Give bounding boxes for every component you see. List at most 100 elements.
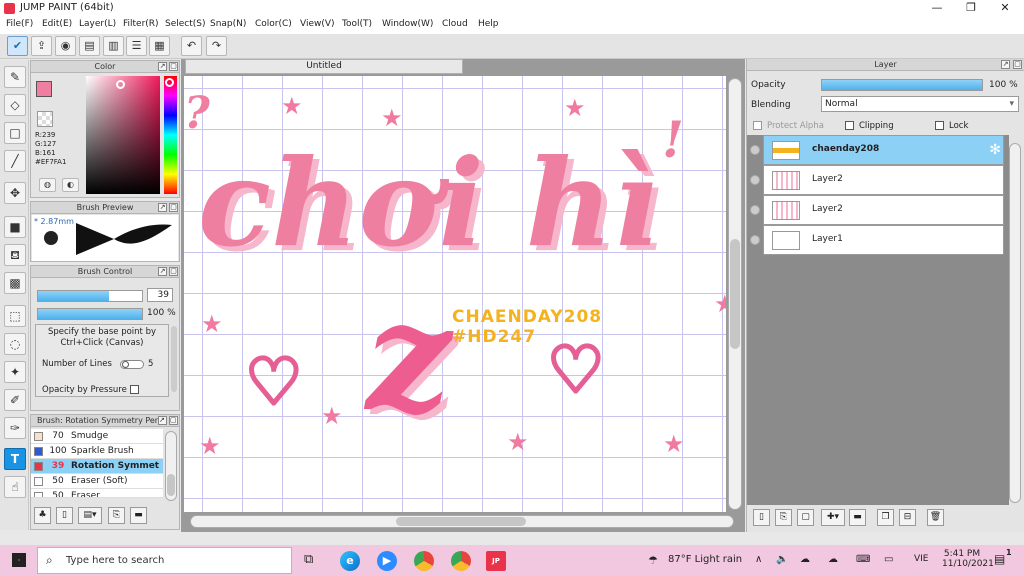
- export-icon[interactable]: ⇪: [31, 36, 52, 56]
- chrome-profile-icon[interactable]: [451, 551, 471, 571]
- brush-item-smudge[interactable]: 70 Smudge: [31, 429, 163, 444]
- new-folder-icon[interactable]: ▬: [849, 509, 866, 526]
- menu-select[interactable]: Select(S): [165, 19, 206, 29]
- foreground-color-swatch[interactable]: [36, 81, 52, 97]
- brush-list-scrollbar[interactable]: [165, 431, 177, 501]
- panel-detach-icon[interactable]: ↗: [158, 416, 167, 425]
- blending-select[interactable]: Normal ▾: [821, 96, 1019, 112]
- color-swap-icon[interactable]: ◐: [62, 178, 79, 192]
- select-eraser-icon[interactable]: ✑: [4, 417, 26, 439]
- menu-color[interactable]: Color(C): [255, 19, 292, 29]
- panel-collapse-icon[interactable]: ▢: [169, 267, 178, 276]
- document-tab[interactable]: Untitled: [185, 59, 463, 74]
- weather-text[interactable]: 87°F Light rain: [668, 554, 742, 565]
- undo-icon[interactable]: ↶: [181, 36, 202, 56]
- notification-icon[interactable]: ▤: [994, 552, 1005, 566]
- move-tool-icon[interactable]: ✥: [4, 182, 26, 204]
- clock[interactable]: 5:41 PM 11/10/2021: [942, 549, 994, 569]
- blur-tool-icon[interactable]: □: [4, 122, 26, 144]
- document-icon[interactable]: ▥: [103, 36, 124, 56]
- jump-paint-icon[interactable]: JP: [486, 551, 506, 571]
- number-of-lines-slider[interactable]: [120, 360, 144, 369]
- menu-snap[interactable]: Snap(N): [210, 19, 246, 29]
- visibility-eye-icon[interactable]: [750, 205, 760, 215]
- cloud-icon[interactable]: ☁: [800, 554, 810, 565]
- volume-icon[interactable]: 🔈: [776, 554, 788, 565]
- minimize-button[interactable]: —: [920, 0, 954, 17]
- brush-item-eraser-soft[interactable]: 50 Eraser (Soft): [31, 474, 163, 489]
- message-icon[interactable]: ▤: [79, 36, 100, 56]
- panel-collapse-icon[interactable]: ▢: [169, 62, 178, 71]
- menu-edit[interactable]: Edit(E): [42, 19, 72, 29]
- brush-add-icon[interactable]: ♣: [34, 507, 51, 524]
- brush-size-value[interactable]: 39: [147, 288, 173, 302]
- layer-row-layer2[interactable]: Layer2: [763, 165, 1004, 195]
- gear-icon[interactable]: ✻: [989, 142, 1001, 158]
- grid-icon[interactable]: ▦: [149, 36, 170, 56]
- visibility-eye-icon[interactable]: [750, 175, 760, 185]
- layer-row-chaenday208[interactable]: chaenday208 ✻: [763, 135, 1004, 165]
- list-icon[interactable]: ☰: [126, 36, 147, 56]
- brush-tool-icon[interactable]: ✎: [4, 66, 26, 88]
- saturation-value-picker[interactable]: [86, 76, 160, 194]
- rect-select-icon[interactable]: ⬚: [4, 305, 26, 327]
- gradient-tool-icon[interactable]: ▩: [4, 272, 26, 294]
- color-eyedropper-icon[interactable]: ◍: [39, 178, 56, 192]
- panel-collapse-icon[interactable]: ▢: [169, 416, 178, 425]
- brush-item-rotation-symmetry[interactable]: 39 Rotation Symmet: [31, 459, 163, 474]
- canvas-vertical-scrollbar[interactable]: [728, 78, 742, 510]
- layer-row-layer2-b[interactable]: Layer2: [763, 195, 1004, 225]
- brush-control-scrollbar[interactable]: [171, 326, 177, 392]
- operation-tool-icon[interactable]: ☝: [4, 476, 26, 498]
- new-layer-8bit-icon[interactable]: ⎘: [775, 509, 792, 526]
- panel-detach-icon[interactable]: ↗: [158, 62, 167, 71]
- menu-layer[interactable]: Layer(L): [79, 19, 116, 29]
- task-view-icon[interactable]: ⧉: [304, 552, 313, 567]
- brush-item-sparkle[interactable]: 100 Sparkle Brush: [31, 444, 163, 459]
- menu-filter[interactable]: Filter(R): [123, 19, 159, 29]
- opacity-pressure-checkbox[interactable]: [130, 385, 139, 394]
- taskbar-search-box[interactable]: ⌕ Type here to search: [37, 547, 292, 574]
- redo-icon[interactable]: ↷: [206, 36, 227, 56]
- keyboard-icon[interactable]: ⌨: [856, 554, 870, 565]
- drawing-canvas[interactable]: ? ! ★ ★ ★ ★ ★ ★ ★ ★ ★ chơi hì z ♥ ♥ CHAE…: [184, 76, 726, 512]
- panel-collapse-icon[interactable]: ▢: [169, 203, 178, 212]
- tray-expand-icon[interactable]: ∧: [755, 554, 762, 565]
- eraser-tool-icon[interactable]: ◇: [4, 94, 26, 116]
- layer-row-layer1[interactable]: Layer1: [763, 225, 1004, 255]
- canvas-horizontal-scrollbar[interactable]: [190, 515, 734, 528]
- pen-tool-icon[interactable]: ╱: [4, 150, 26, 172]
- panel-detach-icon[interactable]: ↗: [158, 203, 167, 212]
- windows-start-icon[interactable]: [12, 553, 26, 567]
- horizontal-scroll-thumb[interactable]: [396, 517, 526, 526]
- clipping-checkbox[interactable]: [845, 121, 854, 130]
- new-layer-1bit-icon[interactable]: ▢: [797, 509, 814, 526]
- magic-wand-icon[interactable]: ✦: [4, 361, 26, 383]
- edge-icon[interactable]: e: [340, 551, 360, 571]
- lock-checkbox[interactable]: [935, 121, 944, 130]
- menu-window[interactable]: Window(W): [382, 19, 433, 29]
- close-button[interactable]: ✕: [988, 0, 1022, 17]
- menu-tool[interactable]: Tool(T): [342, 19, 372, 29]
- transparent-color-swatch[interactable]: [37, 111, 53, 127]
- protect-alpha-checkbox[interactable]: [753, 121, 762, 130]
- panel-detach-icon[interactable]: ↗: [158, 267, 167, 276]
- add-layer-menu-icon[interactable]: ✚▾: [821, 509, 845, 526]
- onedrive-icon[interactable]: ☁: [828, 554, 838, 565]
- visibility-eye-icon[interactable]: [750, 235, 760, 245]
- layer-opacity-slider[interactable]: [821, 79, 983, 91]
- language-indicator[interactable]: VIE: [914, 554, 929, 564]
- hue-slider[interactable]: [164, 76, 177, 194]
- visibility-eye-icon[interactable]: [750, 145, 760, 155]
- panel-detach-icon[interactable]: ↗: [1001, 60, 1010, 69]
- fill-rect-tool-icon[interactable]: ■: [4, 216, 26, 238]
- brush-item-eraser[interactable]: 50 Eraser: [31, 489, 163, 498]
- brush-folder-icon[interactable]: ▬: [130, 507, 147, 524]
- display-icon[interactable]: ▭: [884, 554, 893, 565]
- brush-copy-icon[interactable]: ⎘: [108, 507, 125, 524]
- menu-file[interactable]: File(F): [6, 19, 33, 29]
- chrome-icon[interactable]: [414, 551, 434, 571]
- vertical-scroll-thumb[interactable]: [730, 239, 740, 349]
- brush-opacity-slider[interactable]: [37, 308, 143, 320]
- brush-new-icon[interactable]: ▯: [56, 507, 73, 524]
